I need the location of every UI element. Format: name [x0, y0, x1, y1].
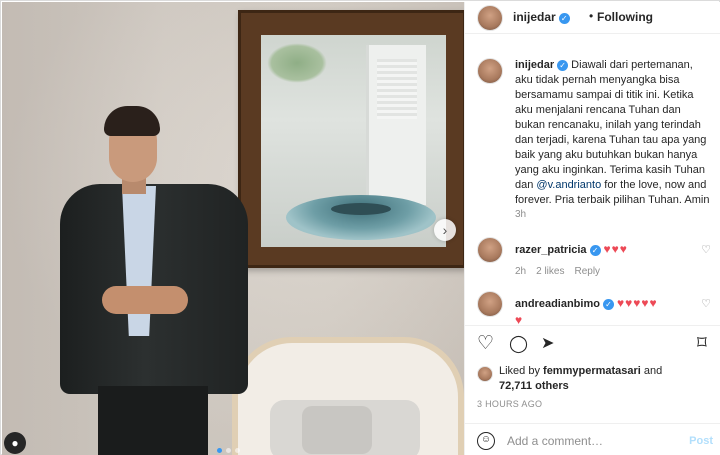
liked-by-others[interactable]: 72,711 others [499, 379, 569, 394]
user-tag-icon[interactable]: ● [4, 432, 26, 454]
comment-avatar[interactable] [477, 237, 503, 263]
man-in-suit [54, 106, 254, 455]
liked-by-and: and [640, 365, 663, 377]
comments-list[interactable]: inijedar ✓ Diawali dari pertemanan, aku t… [465, 35, 720, 325]
bookmark-icon[interactable]: ⌑ [697, 334, 707, 354]
post-timestamp[interactable]: 3 HOURS AGO [477, 399, 542, 409]
caption-avatar[interactable] [477, 58, 503, 84]
reflection-door [366, 45, 426, 205]
verified-badge-icon: ✓ [557, 60, 569, 71]
comment-meta: 2h 2 likes Reply [515, 266, 600, 277]
following-button[interactable]: Following [597, 10, 653, 24]
mirror-reflection [261, 35, 446, 247]
caption-text: inijedar ✓ Diawali dari pertemanan, aku t… [515, 58, 713, 208]
comment-text-continued: ♥ [515, 313, 523, 325]
comment-reply-button[interactable]: Reply [574, 266, 600, 277]
next-photo-button[interactable]: › [434, 219, 456, 241]
comment-avatar[interactable] [477, 291, 503, 317]
post-photo[interactable]: › ● [2, 2, 464, 455]
header-separator: • [589, 9, 594, 23]
verified-badge-icon: ✓ [558, 13, 570, 24]
heart-icon[interactable]: ♡ [477, 334, 494, 354]
carousel-dot [235, 448, 240, 453]
carousel-dots [217, 448, 240, 453]
hair [104, 106, 160, 136]
reflection-fountain [286, 195, 436, 240]
share-icon[interactable]: ➤ [541, 334, 554, 354]
instagram-post-window: › ● inijedar ✓ • Following inijedar ✓ Diaw… [0, 0, 720, 455]
post-comment-button[interactable]: Post [689, 435, 713, 447]
author-username[interactable]: inijedar ✓ [513, 10, 570, 24]
post-header: inijedar ✓ • Following [465, 2, 720, 34]
comment-icon[interactable]: ◯ [509, 334, 528, 354]
author-username-text[interactable]: inijedar [513, 10, 556, 24]
liked-by-prefix: Liked by [499, 365, 544, 377]
caption-time[interactable]: 3h [515, 209, 526, 220]
comment-time[interactable]: 2h [515, 266, 526, 277]
carousel-dot-active [217, 448, 222, 453]
caption-body: Diawali dari pertemanan, aku tidak perna… [515, 59, 707, 191]
author-avatar[interactable] [477, 5, 503, 31]
comment-line: andreadianbimo ✓ ♥♥♥♥♥ [515, 296, 658, 310]
comment-line: razer_patricia ✓ ♥♥♥ [515, 242, 628, 256]
caption-mention-link[interactable]: @v.andrianto [536, 179, 601, 191]
trousers [98, 386, 208, 455]
sofa-pillow-small [302, 406, 372, 454]
mirror-frame [238, 10, 464, 268]
reflection-tree [267, 43, 327, 83]
add-comment-bar: ☺ Post [465, 423, 720, 455]
hands [102, 286, 188, 314]
comment-text: ♥♥♥ [603, 242, 628, 256]
verified-badge-icon: ✓ [589, 245, 601, 256]
comment-text: ♥♥♥♥♥ [616, 296, 658, 310]
comment-likes[interactable]: 2 likes [536, 266, 564, 277]
action-bar: ♡ ◯ ➤ ⌑ [465, 325, 720, 361]
verified-badge-icon: ✓ [602, 299, 614, 310]
comment-username[interactable]: razer_patricia [515, 244, 587, 256]
comment-input[interactable] [507, 430, 677, 452]
liked-by-user[interactable]: femmypermatasari [543, 365, 641, 377]
comment-like-icon[interactable]: ♡ [701, 243, 711, 256]
liked-by-line: Liked by femmypermatasari and [499, 364, 662, 379]
emoji-icon[interactable]: ☺ [477, 432, 495, 450]
liker-avatar[interactable] [477, 366, 493, 382]
caption-username[interactable]: inijedar [515, 59, 554, 71]
comment-username[interactable]: andreadianbimo [515, 298, 600, 310]
post-sidebar: inijedar ✓ • Following inijedar ✓ Diawali … [464, 2, 720, 455]
likes-count[interactable]: 72,711 others [499, 380, 569, 392]
comment-like-icon[interactable]: ♡ [701, 297, 711, 310]
carousel-dot [226, 448, 231, 453]
